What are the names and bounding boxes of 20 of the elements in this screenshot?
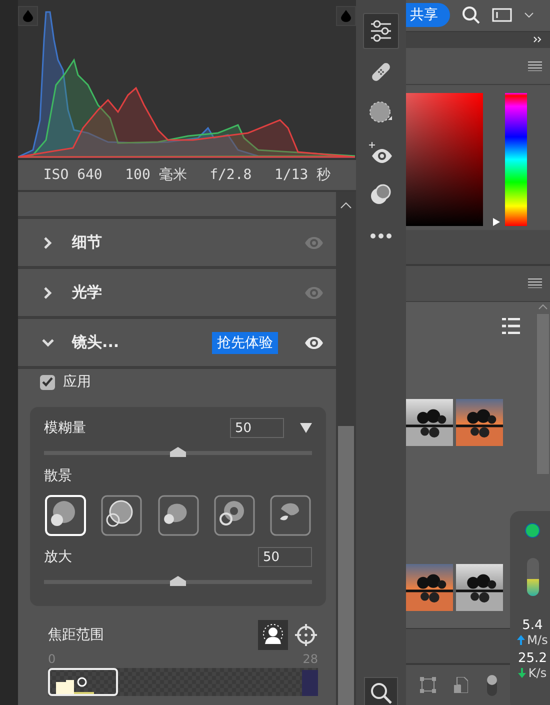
download-speed: 25.2 [518,651,547,666]
section-label: 焦距范围 [48,626,104,644]
panel-title[interactable]: 细节 [72,233,102,252]
upload-speed: 5.4 [522,618,543,633]
panel-title[interactable]: 光学 [72,283,102,302]
checkbox-label[interactable]: 应用 [63,373,91,391]
camera-readout: 100 毫米 [125,166,187,184]
slider-label: 放大 [44,548,72,566]
early-access-badge: 抢先体验 [212,332,278,354]
value-field[interactable]: 50 [258,547,312,567]
panel-title[interactable]: 镜头... [72,333,120,352]
speed-unit: K/s [528,666,547,680]
slider-label: 模糊量 [44,419,86,437]
share-button[interactable]: 共享 [406,3,450,28]
section-label: 散景 [44,467,72,485]
camera-readout: ISO 640 [43,167,102,183]
camera-readout: 1/13 秒 [274,166,331,184]
camera-readout: f/2.8 [210,167,252,183]
speed-unit: M/s [527,633,548,647]
value-field[interactable]: 50 [230,418,284,438]
